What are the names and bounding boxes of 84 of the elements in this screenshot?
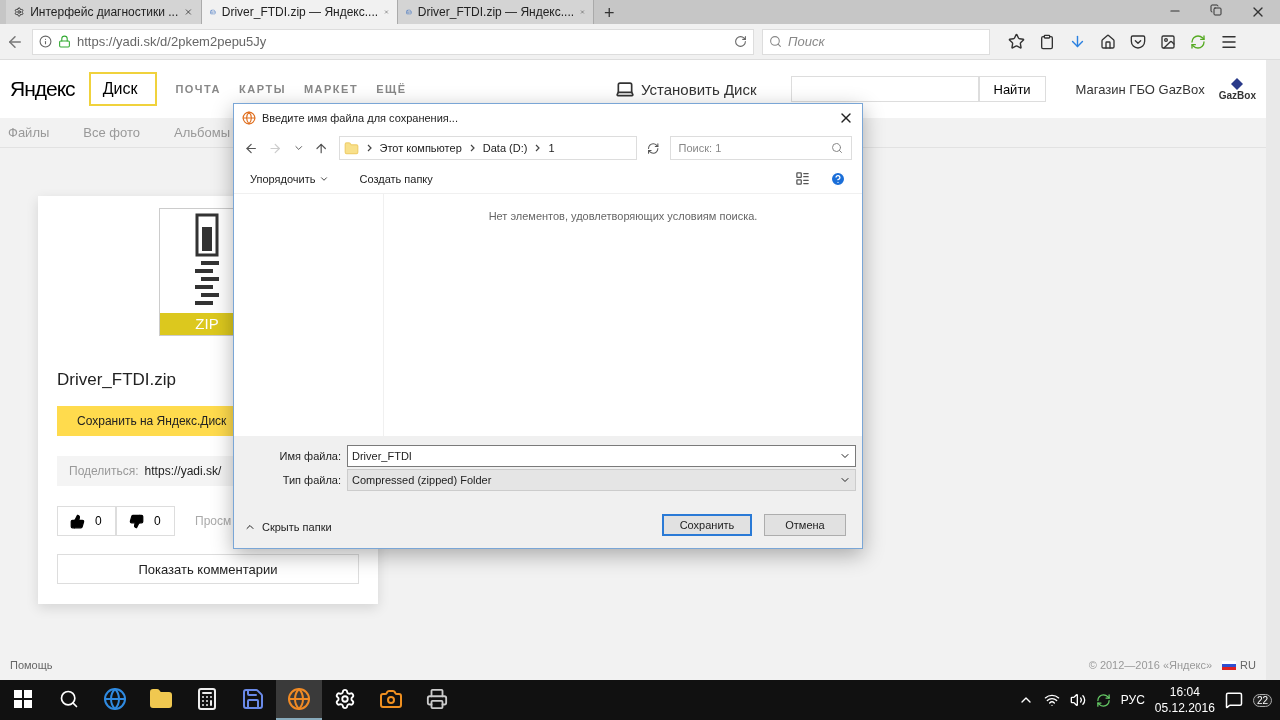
chevron-right-icon — [469, 144, 475, 152]
help-icon[interactable] — [830, 170, 846, 187]
file-type-dropdown[interactable]: Compressed (zipped) Folder — [347, 469, 856, 491]
new-folder-button[interactable]: Создать папку — [359, 172, 433, 185]
thumbs-up-icon — [70, 513, 85, 529]
browser-tab[interactable]: Driver_FTDI.zip — Яндекс.... — [202, 0, 398, 24]
path-segment[interactable]: Data (D:) — [482, 142, 528, 154]
lock-icon — [58, 35, 71, 48]
share-label: Поделиться: — [69, 464, 139, 478]
filename-field[interactable]: Driver_FTDI — [347, 445, 856, 467]
nav-link[interactable]: МАРКЕТ — [303, 83, 359, 95]
nav-link[interactable]: ЕЩЁ — [376, 83, 407, 95]
speaker-icon[interactable] — [1069, 692, 1086, 708]
settings-icon[interactable] — [334, 688, 356, 710]
nav-link[interactable]: КАРТЫ — [239, 83, 286, 95]
path-bar[interactable]: Этот компьютер Data (D:) 1 — [338, 136, 638, 160]
download-icon[interactable] — [1069, 33, 1086, 50]
address-bar[interactable]: https://yadi.sk/d/2pkem2pepu5Jy — [32, 28, 754, 55]
chevron-right-icon — [366, 144, 372, 152]
notification-count: 22 — [1252, 693, 1272, 707]
laptop-icon — [615, 79, 635, 99]
info-icon — [39, 35, 52, 48]
empty-message: Нет элементов, удовлетворяющих условиям поиска. — [487, 209, 759, 224]
sync-icon[interactable] — [1095, 692, 1111, 708]
nav-link[interactable]: ПОЧТА — [175, 83, 222, 95]
search-icon[interactable] — [59, 689, 79, 709]
language-link[interactable]: RU — [1240, 659, 1256, 671]
folder-icon[interactable] — [149, 687, 173, 711]
notifications-icon[interactable] — [1224, 691, 1243, 709]
thumbs-down-icon — [129, 513, 144, 529]
star-icon[interactable] — [1008, 33, 1025, 50]
views-label: Просм — [195, 514, 232, 528]
organize-menu[interactable]: Упорядочить — [250, 172, 330, 185]
image-icon[interactable] — [1160, 33, 1176, 50]
dislike-button[interactable]: 0 — [116, 506, 175, 536]
field-label: Тип файла: — [281, 474, 342, 486]
camera-icon[interactable] — [379, 687, 403, 711]
flag-icon — [1222, 660, 1237, 670]
chevron-right-icon — [535, 144, 541, 152]
search-field[interactable] — [790, 76, 979, 102]
view-icon[interactable] — [795, 171, 810, 186]
clock[interactable]: 16:04 05.12.2016 — [1154, 684, 1215, 716]
hide-folders-button[interactable]: Скрыть папки — [244, 521, 332, 533]
search-button[interactable]: Найти — [978, 76, 1046, 102]
keyboard-language[interactable]: РУС — [1120, 693, 1145, 707]
show-comments-button[interactable]: Показать комментарии — [57, 554, 359, 584]
field-label: Имя файла: — [278, 450, 342, 462]
browser-tab[interactable]: Driver_FTDI.zip — Яндекс.... — [398, 0, 594, 24]
printer-icon[interactable] — [426, 688, 448, 710]
new-tab-button[interactable]: + — [594, 3, 625, 24]
calculator-icon[interactable] — [195, 687, 219, 711]
service-badge[interactable]: Диск — [88, 72, 158, 106]
wifi-icon[interactable] — [1043, 692, 1060, 708]
help-link[interactable]: Помощь — [10, 659, 53, 671]
clipboard-icon[interactable] — [1039, 33, 1055, 50]
site-logo[interactable]: Яндекс — [10, 77, 75, 101]
search-icon — [831, 142, 843, 154]
like-button[interactable]: 0 — [57, 506, 116, 536]
install-link[interactable]: Установить Диск — [615, 79, 757, 99]
refresh-icon[interactable] — [647, 141, 660, 155]
reload-icon[interactable] — [734, 35, 747, 48]
install-label: Установить Диск — [641, 80, 757, 98]
file-name: Driver_FTDI.zip — [57, 370, 177, 390]
cancel-button[interactable]: Отмена — [764, 514, 846, 536]
copyright: © 2012—2016 «Яндекс» — [1088, 659, 1213, 671]
save-button[interactable]: Сохранить — [662, 514, 752, 536]
ad-logo: GazBox — [1218, 77, 1256, 101]
home-icon[interactable] — [1100, 33, 1116, 50]
search-field[interactable]: Поиск — [762, 28, 990, 55]
path-segment[interactable]: 1 — [548, 142, 555, 154]
share-link[interactable]: https://yadi.sk/ — [144, 464, 222, 478]
search-icon — [769, 35, 782, 48]
dialog-title: Введите имя файла для сохранения... — [262, 112, 459, 124]
browser-tab[interactable]: Интерфейс диагностики ... — [6, 0, 202, 24]
browser-icon — [242, 111, 256, 125]
path-segment[interactable]: Этот компьютер — [379, 142, 462, 154]
search-field[interactable]: Поиск: 1 — [669, 136, 852, 160]
restore-icon[interactable] — [1210, 4, 1222, 16]
folder-icon — [343, 140, 359, 156]
windows-start-icon[interactable] — [14, 690, 32, 708]
browser-icon[interactable] — [287, 687, 311, 711]
ad-link[interactable]: Магазин ГБО GazBox — [1075, 81, 1205, 97]
gear-icon — [14, 5, 25, 19]
browser-icon[interactable] — [103, 687, 127, 711]
